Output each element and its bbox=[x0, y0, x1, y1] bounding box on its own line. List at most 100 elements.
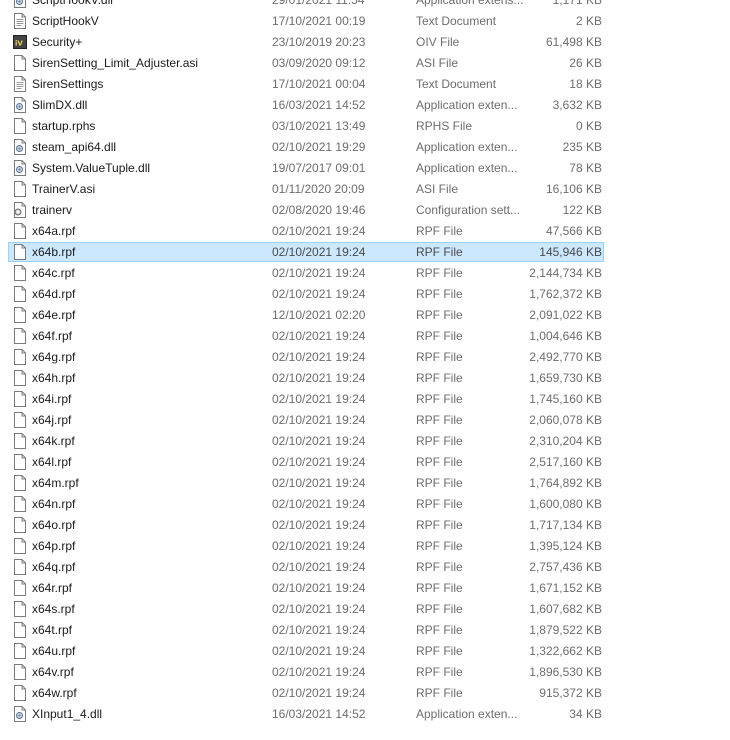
file-name: x64o.rpf bbox=[32, 518, 76, 532]
file-name: SlimDX.dll bbox=[32, 98, 88, 112]
file-row[interactable]: x64w.rpf 02/10/2021 19:24 RPF File 915,372 … bbox=[0, 683, 730, 704]
file-row[interactable]: x64g.rpf 02/10/2021 19:24 RPF File 2,492,77… bbox=[0, 347, 730, 368]
file-date-modified: 02/10/2021 19:24 bbox=[272, 560, 366, 574]
file-row[interactable]: x64c.rpf 02/10/2021 19:24 RPF File 2,144,73… bbox=[0, 263, 730, 284]
file-type: RPF File bbox=[416, 602, 463, 616]
file-name: x64c.rpf bbox=[32, 266, 75, 280]
file-size: 1,004,646 KB bbox=[529, 329, 602, 343]
file-type: RPF File bbox=[416, 308, 463, 322]
file-row[interactable]: x64h.rpf 02/10/2021 19:24 RPF File 1,659,73… bbox=[0, 368, 730, 389]
file-type: RPF File bbox=[416, 413, 463, 427]
file-icon bbox=[13, 454, 27, 470]
file-row[interactable]: ScriptHookV.dll 29/01/2021 11:54 Applicati… bbox=[0, 0, 730, 11]
file-type: RPF File bbox=[416, 581, 463, 595]
file-row[interactable]: x64s.rpf 02/10/2021 19:24 RPF File 1,607,68… bbox=[0, 599, 730, 620]
file-name: x64i.rpf bbox=[32, 392, 72, 406]
file-row[interactable]: trainerv 02/08/2020 19:46 Configuration se… bbox=[0, 200, 730, 221]
file-icon bbox=[13, 496, 27, 512]
file-row[interactable]: steam_api64.dll 02/10/2021 19:29 Applicati… bbox=[0, 137, 730, 158]
file-row[interactable]: x64m.rpf 02/10/2021 19:24 RPF File 1,764,89… bbox=[0, 473, 730, 494]
file-row[interactable]: x64p.rpf 02/10/2021 19:24 RPF File 1,395,12… bbox=[0, 536, 730, 557]
file-name: trainerv bbox=[32, 203, 73, 217]
file-size: 0 KB bbox=[575, 119, 602, 133]
file-size: 2,310,204 KB bbox=[529, 434, 602, 448]
file-date-modified: 02/10/2021 19:24 bbox=[272, 623, 366, 637]
file-name: x64d.rpf bbox=[32, 287, 76, 301]
file-icon bbox=[13, 664, 27, 680]
file-date-modified: 12/10/2021 02:20 bbox=[272, 308, 366, 322]
file-size: 34 KB bbox=[569, 707, 602, 721]
file-row[interactable]: x64t.rpf 02/10/2021 19:24 RPF File 1,879,52… bbox=[0, 620, 730, 641]
file-row[interactable]: XInput1_4.dll 16/03/2021 14:52 Application… bbox=[0, 704, 730, 725]
file-row[interactable]: x64l.rpf 02/10/2021 19:24 RPF File 2,517,16… bbox=[0, 452, 730, 473]
file-date-modified: 01/11/2020 20:09 bbox=[272, 182, 365, 196]
file-size: 145,946 KB bbox=[539, 245, 602, 259]
file-date-modified: 17/10/2021 00:19 bbox=[272, 14, 366, 28]
file-row[interactable]: x64a.rpf 02/10/2021 19:24 RPF File 47,566 K… bbox=[0, 221, 730, 242]
file-icon bbox=[13, 244, 27, 260]
file-name: x64s.rpf bbox=[32, 602, 75, 616]
file-date-modified: 02/10/2021 19:24 bbox=[272, 686, 366, 700]
file-row[interactable]: x64e.rpf 12/10/2021 02:20 RPF File 2,091,02… bbox=[0, 305, 730, 326]
file-row[interactable]: x64v.rpf 02/10/2021 19:24 RPF File 1,896,53… bbox=[0, 662, 730, 683]
file-row[interactable]: x64n.rpf 02/10/2021 19:24 RPF File 1,600,08… bbox=[0, 494, 730, 515]
file-icon bbox=[13, 328, 27, 344]
file-type: RPF File bbox=[416, 434, 463, 448]
file-date-modified: 29/01/2021 11:54 bbox=[272, 0, 365, 7]
file-type: RPF File bbox=[416, 287, 463, 301]
file-size: 18 KB bbox=[569, 77, 602, 91]
file-row[interactable]: iV Security+ 23/10/2019 20:23 OIV File 61,49… bbox=[0, 32, 730, 53]
file-date-modified: 02/10/2021 19:24 bbox=[272, 371, 366, 385]
file-type: Application extens... bbox=[416, 0, 524, 7]
file-row[interactable]: x64k.rpf 02/10/2021 19:24 RPF File 2,310,20… bbox=[0, 431, 730, 452]
file-name: SirenSetting_Limit_Adjuster.asi bbox=[32, 56, 199, 70]
file-icon bbox=[13, 685, 27, 701]
file-size: 2,492,770 KB bbox=[529, 350, 602, 364]
file-type: Configuration sett... bbox=[416, 203, 521, 217]
file-type: Application exten... bbox=[416, 161, 518, 175]
file-row[interactable]: x64q.rpf 02/10/2021 19:24 RPF File 2,757,43… bbox=[0, 557, 730, 578]
file-size: 1,171 KB bbox=[552, 0, 602, 7]
file-name: XInput1_4.dll bbox=[32, 707, 103, 721]
file-type: RPF File bbox=[416, 266, 463, 280]
file-date-modified: 02/10/2021 19:24 bbox=[272, 539, 366, 553]
file-row[interactable]: x64d.rpf 02/10/2021 19:24 RPF File 1,762,37… bbox=[0, 284, 730, 305]
file-name: x64e.rpf bbox=[32, 308, 76, 322]
file-row[interactable]: x64i.rpf 02/10/2021 19:24 RPF File 1,745,16… bbox=[0, 389, 730, 410]
file-row[interactable]: x64b.rpf 02/10/2021 19:24 RPF File 145,946 … bbox=[0, 242, 730, 263]
dll-icon bbox=[13, 97, 27, 113]
file-row[interactable]: x64j.rpf 02/10/2021 19:24 RPF File 2,060,07… bbox=[0, 410, 730, 431]
file-icon bbox=[13, 601, 27, 617]
file-type: Application exten... bbox=[416, 140, 518, 154]
file-name: startup.rphs bbox=[32, 119, 96, 133]
file-type: ASI File bbox=[416, 182, 459, 196]
file-row[interactable]: SirenSetting_Limit_Adjuster.asi 03/09/202… bbox=[0, 53, 730, 74]
file-row[interactable]: TrainerV.asi 01/11/2020 20:09 ASI File 16,1… bbox=[0, 179, 730, 200]
config-icon bbox=[13, 202, 27, 218]
file-row[interactable]: ScriptHookV 17/10/2021 00:19 Text Document… bbox=[0, 11, 730, 32]
file-size: 1,717,134 KB bbox=[529, 518, 602, 532]
file-row[interactable]: x64o.rpf 02/10/2021 19:24 RPF File 1,717,13… bbox=[0, 515, 730, 536]
file-row[interactable]: startup.rphs 03/10/2021 13:49 RPHS File 0 K… bbox=[0, 116, 730, 137]
file-date-modified: 19/07/2017 09:01 bbox=[272, 161, 366, 175]
file-date-modified: 02/10/2021 19:24 bbox=[272, 497, 366, 511]
file-type: RPF File bbox=[416, 224, 463, 238]
file-date-modified: 02/10/2021 19:24 bbox=[272, 224, 366, 238]
file-row[interactable]: x64u.rpf 02/10/2021 19:24 RPF File 1,322,66… bbox=[0, 641, 730, 662]
file-row[interactable]: System.ValueTuple.dll 19/07/2017 09:01 App… bbox=[0, 158, 730, 179]
file-icon bbox=[13, 181, 27, 197]
file-type: RPF File bbox=[416, 455, 463, 469]
file-type: RPF File bbox=[416, 623, 463, 637]
file-row[interactable]: x64f.rpf 02/10/2021 19:24 RPF File 1,004,64… bbox=[0, 326, 730, 347]
file-type: RPF File bbox=[416, 539, 463, 553]
file-size: 2,060,078 KB bbox=[529, 413, 602, 427]
file-name: x64n.rpf bbox=[32, 497, 76, 511]
file-size: 1,600,080 KB bbox=[529, 497, 602, 511]
file-date-modified: 02/10/2021 19:24 bbox=[272, 434, 366, 448]
file-size: 3,632 KB bbox=[552, 98, 602, 112]
file-date-modified: 16/03/2021 14:52 bbox=[272, 98, 366, 112]
file-row[interactable]: SlimDX.dll 16/03/2021 14:52 Application ex… bbox=[0, 95, 730, 116]
file-row[interactable]: SirenSettings 17/10/2021 00:04 Text Docume… bbox=[0, 74, 730, 95]
file-type: Text Document bbox=[416, 14, 497, 28]
file-row[interactable]: x64r.rpf 02/10/2021 19:24 RPF File 1,671,15… bbox=[0, 578, 730, 599]
